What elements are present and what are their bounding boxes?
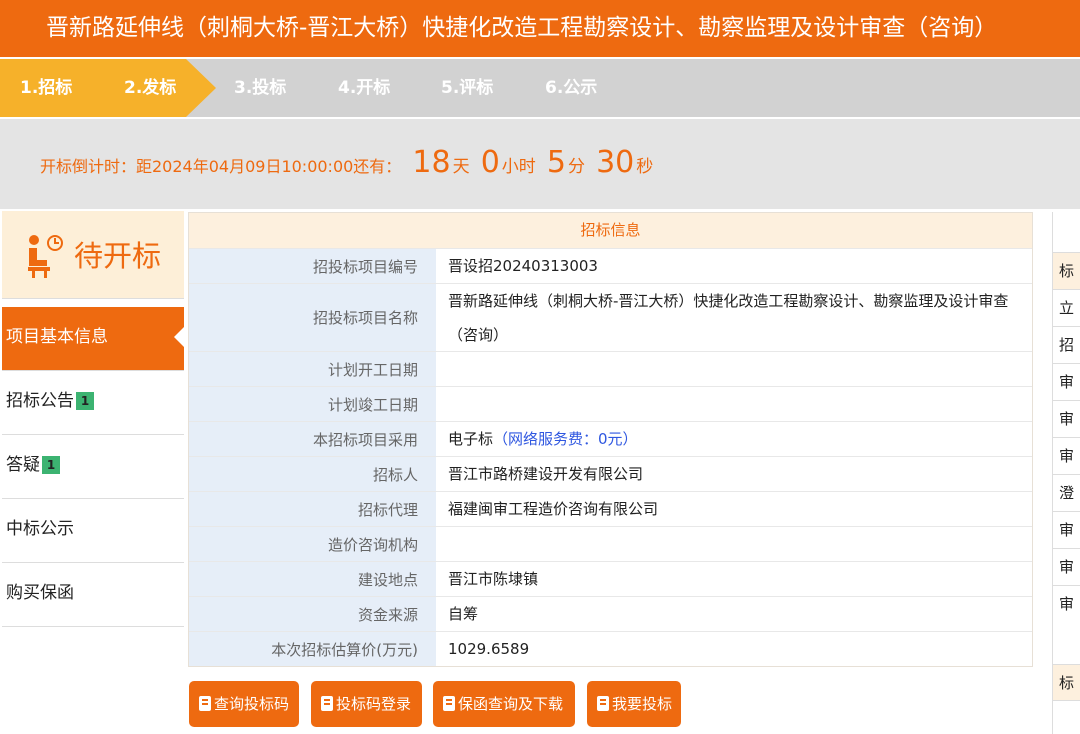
count-badge: 1 bbox=[42, 456, 60, 474]
step-4[interactable]: 4.开标 bbox=[338, 59, 390, 117]
row-key: 本招标项目采用 bbox=[189, 422, 436, 456]
button-label: 保函查询及下载 bbox=[458, 695, 564, 713]
info-row: 资金来源 自筹 bbox=[189, 596, 1032, 631]
right-panel-header: 标 bbox=[1053, 252, 1080, 289]
project-title: 晋新路延伸线（刺桐大桥-晋江大桥）快捷化改造工程勘察设计、勘察监理及设计审查（咨… bbox=[46, 15, 998, 41]
guarantee-query-download-button[interactable]: 保函查询及下载 bbox=[433, 681, 575, 727]
right-panel-cell[interactable]: 招 bbox=[1053, 326, 1080, 363]
row-key: 本次招标估算价(万元) bbox=[189, 632, 436, 666]
right-panel-cell[interactable]: 澄 bbox=[1053, 474, 1080, 511]
right-panel-cell[interactable]: 审 bbox=[1053, 585, 1080, 622]
countdown-bar: 开标倒计时：距2024年04月09日10:00:00还有： 18 天 0 小时 5分… bbox=[0, 117, 1080, 209]
right-panel-subheader: 标 bbox=[1053, 664, 1080, 701]
panel-title: 招标信息 bbox=[189, 213, 1032, 248]
row-value: 晋设招20240313003 bbox=[448, 257, 598, 275]
info-row: 造价咨询机构 bbox=[189, 526, 1032, 561]
waiting-person-icon bbox=[28, 235, 63, 278]
document-icon bbox=[321, 696, 333, 711]
bid-code-login-button[interactable]: 投标码登录 bbox=[311, 681, 422, 727]
sidebar-item-qa[interactable]: 答疑 1 bbox=[2, 435, 184, 499]
row-key: 招标代理 bbox=[189, 492, 436, 526]
row-key: 计划开工日期 bbox=[189, 352, 436, 386]
row-key: 计划竣工日期 bbox=[189, 387, 436, 421]
step-2[interactable]: 2.发标 bbox=[96, 59, 186, 117]
sidebar-item-label: 购买保函 bbox=[6, 583, 74, 603]
sidebar-item-label: 答疑 bbox=[6, 455, 40, 475]
info-row: 招标代理 福建闽审工程造价咨询有限公司 bbox=[189, 491, 1032, 526]
sidebar-item-award-notice[interactable]: 中标公示 bbox=[2, 499, 184, 563]
step-arrow bbox=[186, 59, 216, 117]
tender-info-panel: 招标信息 招投标项目编号 晋设招20240313003 招投标项目名称 晋新路延… bbox=[188, 212, 1033, 667]
button-label: 我要投标 bbox=[612, 695, 673, 713]
info-row: 本招标项目采用 电子标 （网络服务费：0元） bbox=[189, 421, 1032, 456]
right-panel-cell[interactable]: 审 bbox=[1053, 548, 1080, 585]
row-value: 晋新路延伸线（刺桐大桥-晋江大桥）快捷化改造工程勘察设计、勘察监理及设计审查（咨… bbox=[448, 291, 1009, 344]
info-row: 本次招标估算价(万元) 1029.6589 bbox=[189, 631, 1032, 666]
sidebar: 待开标 项目基本信息 招标公告 1 答疑 1 中标公示 购买保函 bbox=[0, 209, 186, 734]
countdown-days: 18 bbox=[412, 145, 451, 180]
count-badge: 1 bbox=[76, 392, 94, 410]
info-row: 招投标项目编号 晋设招20240313003 bbox=[189, 248, 1032, 283]
countdown-minutes: 5 bbox=[546, 145, 566, 180]
row-value-wrap: 电子标 （网络服务费：0元） bbox=[436, 422, 1032, 456]
countdown-hours-unit: 小时 bbox=[501, 157, 536, 177]
right-panel-cell[interactable]: 审 bbox=[1053, 437, 1080, 474]
row-value: 晋江市路桥建设开发有限公司 bbox=[448, 465, 644, 483]
row-key: 造价咨询机构 bbox=[189, 527, 436, 561]
countdown-label: 开标倒计时：距2024年04月09日10:00:00还有： bbox=[40, 157, 402, 176]
query-bid-code-button[interactable]: 查询投标码 bbox=[189, 681, 299, 727]
row-key: 招投标项目名称 bbox=[189, 284, 436, 351]
countdown-days-unit: 天 bbox=[452, 157, 470, 177]
info-row: 招投标项目名称 晋新路延伸线（刺桐大桥-晋江大桥）快捷化改造工程勘察设计、勘察监… bbox=[189, 283, 1032, 351]
progress-steps: 1.招标 2.发标 3.投标 4.开标 5.评标 6.公示 bbox=[0, 57, 1080, 117]
row-value bbox=[436, 387, 1032, 421]
row-value: 晋江市陈埭镇 bbox=[448, 570, 539, 588]
row-key: 招投标项目编号 bbox=[189, 249, 436, 283]
document-icon bbox=[443, 696, 455, 711]
document-icon bbox=[597, 696, 609, 711]
row-value: 电子标 bbox=[448, 430, 494, 448]
right-panel-cell[interactable]: 审 bbox=[1053, 511, 1080, 548]
row-key: 招标人 bbox=[189, 457, 436, 491]
countdown-hours: 0 bbox=[480, 145, 500, 180]
row-value: 1029.6589 bbox=[448, 640, 530, 658]
step-3[interactable]: 3.投标 bbox=[234, 59, 286, 117]
service-fee-link[interactable]: （网络服务费：0元） bbox=[493, 422, 638, 456]
info-row: 计划开工日期 bbox=[189, 351, 1032, 386]
countdown-minutes-unit: 分 bbox=[567, 157, 585, 177]
countdown-seconds: 30 bbox=[596, 145, 635, 180]
right-panel-cell[interactable]: 审 bbox=[1053, 363, 1080, 400]
sidebar-item-label: 项目基本信息 bbox=[6, 327, 108, 347]
button-label: 投标码登录 bbox=[336, 695, 412, 713]
button-label: 查询投标码 bbox=[214, 695, 290, 713]
row-value bbox=[436, 527, 1032, 561]
info-row: 招标人 晋江市路桥建设开发有限公司 bbox=[189, 456, 1032, 491]
status-text: 待开标 bbox=[74, 239, 162, 273]
sidebar-item-buy-guarantee[interactable]: 购买保函 bbox=[2, 563, 184, 627]
status-box: 待开标 bbox=[2, 211, 184, 299]
sidebar-item-tender-notice[interactable]: 招标公告 1 bbox=[2, 371, 184, 435]
row-value bbox=[436, 352, 1032, 386]
sidebar-item-project-info[interactable]: 项目基本信息 bbox=[2, 307, 184, 371]
countdown-seconds-unit: 秒 bbox=[636, 157, 654, 177]
sidebar-item-label: 中标公示 bbox=[6, 519, 74, 539]
page-header: 晋新路延伸线（刺桐大桥-晋江大桥）快捷化改造工程勘察设计、勘察监理及设计审查（咨… bbox=[0, 0, 1080, 57]
right-panel: 标 立 招 审 审 审 澄 审 审 审 标 bbox=[1052, 212, 1080, 734]
sidebar-item-label: 招标公告 bbox=[6, 391, 74, 411]
row-value: 福建闽审工程造价咨询有限公司 bbox=[448, 500, 659, 518]
step-5[interactable]: 5.评标 bbox=[441, 59, 493, 117]
step-6[interactable]: 6.公示 bbox=[545, 59, 597, 117]
row-key: 资金来源 bbox=[189, 597, 436, 631]
step-1[interactable]: 1.招标 bbox=[0, 59, 96, 117]
row-key: 建设地点 bbox=[189, 562, 436, 596]
info-row: 计划竣工日期 bbox=[189, 386, 1032, 421]
row-value: 自筹 bbox=[448, 605, 479, 623]
right-panel-cell[interactable]: 审 bbox=[1053, 400, 1080, 437]
document-icon bbox=[199, 696, 211, 711]
submit-bid-button[interactable]: 我要投标 bbox=[587, 681, 681, 727]
right-panel-cell[interactable]: 立 bbox=[1053, 289, 1080, 326]
info-row: 建设地点 晋江市陈埭镇 bbox=[189, 561, 1032, 596]
